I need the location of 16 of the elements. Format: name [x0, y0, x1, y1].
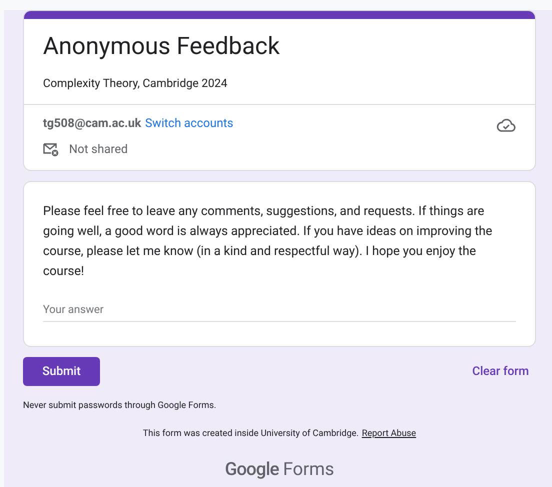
switch-accounts-link[interactable]: Switch accounts: [145, 114, 234, 132]
created-notice: This form was created inside University of Cambridge.: [142, 428, 359, 442]
form-description: Complexity Theory, Cambridge 2024: [43, 75, 228, 92]
password-warning: Never submit passwords through Google Forms.: [23, 400, 218, 413]
account-email: tg508@cam.ac.uk: [43, 115, 142, 132]
cloud-check-icon: [496, 117, 516, 134]
forms-logo-text: Forms: [282, 458, 334, 482]
clear-form-button[interactable]: Clear form: [472, 362, 536, 380]
question-text: Please feel free to leave any comments, suggestions, and requests. If things are going well, a good word is always appreciated. If you have ideas on improving the course, please let me know (in a kind and respectful way). I hope you enjoy the course!: [43, 203, 494, 282]
mail-blocked-icon: [43, 142, 59, 157]
answer-field[interactable]: Your answer: [43, 300, 516, 322]
google-logo: Google: [224, 458, 279, 482]
form-title: Anonymous Feedback: [43, 31, 281, 61]
report-abuse-link[interactable]: Report Abuse: [362, 428, 416, 442]
submit-button[interactable]: Submit: [23, 356, 100, 386]
sharing-status: Not shared: [69, 141, 128, 158]
